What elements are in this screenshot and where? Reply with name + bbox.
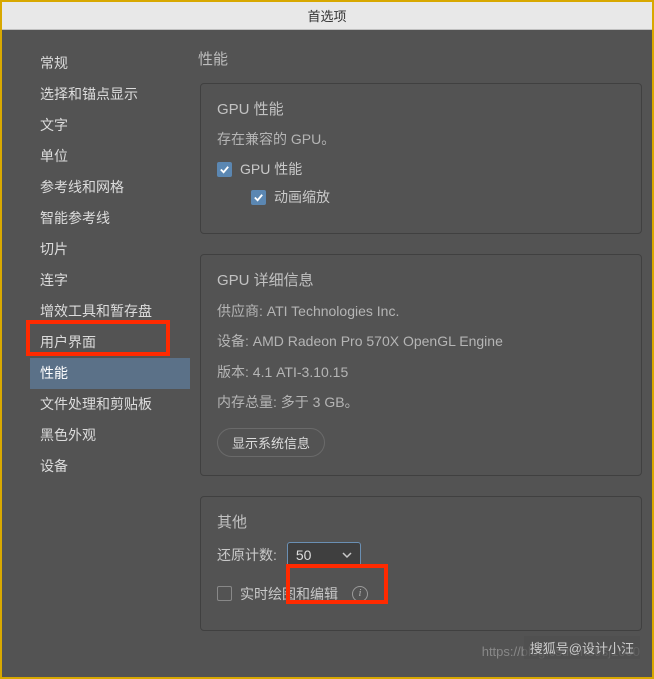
page-title: 性能 xyxy=(198,48,642,69)
undo-count-label: 还原计数: xyxy=(217,545,277,565)
gpu-details-panel: GPU 详细信息 供应商: ATI Technologies Inc. 设备: … xyxy=(200,254,642,476)
version-value: 4.1 ATI-3.10.15 xyxy=(253,364,348,380)
gpu-compat-text: 存在兼容的 GPU。 xyxy=(217,129,625,149)
other-panel-title: 其他 xyxy=(217,511,625,532)
sidebar-item-performance[interactable]: 性能 xyxy=(30,358,190,389)
sidebar-item-units[interactable]: 单位 xyxy=(30,141,190,172)
gpu-details-title: GPU 详细信息 xyxy=(217,269,625,290)
main-content: 性能 GPU 性能 存在兼容的 GPU。 GPU 性能 动画缩放 xyxy=(190,48,652,677)
vendor-value: ATI Technologies Inc. xyxy=(267,303,400,319)
realtime-drawing-label: 实时绘图和编辑 xyxy=(240,584,338,604)
version-label: 版本: xyxy=(217,364,249,380)
watermark-source: 搜狐号@设计小汪 xyxy=(524,636,640,659)
show-system-info-button[interactable]: 显示系统信息 xyxy=(217,428,325,457)
gpu-performance-panel: GPU 性能 存在兼容的 GPU。 GPU 性能 动画缩放 xyxy=(200,83,642,234)
chevron-down-icon xyxy=(342,550,352,560)
check-icon xyxy=(219,164,230,175)
memory-label: 内存总量: xyxy=(217,394,277,410)
sidebar-item-smart-guides[interactable]: 智能参考线 xyxy=(30,203,190,234)
info-icon[interactable]: i xyxy=(352,586,368,602)
gpu-panel-title: GPU 性能 xyxy=(217,98,625,119)
window-titlebar: 首选项 xyxy=(2,2,652,30)
sidebar-item-general[interactable]: 常规 xyxy=(30,48,190,79)
sidebar-item-black-appearance[interactable]: 黑色外观 xyxy=(30,420,190,451)
other-panel: 其他 还原计数: 50 实时绘图和编辑 i xyxy=(200,496,642,631)
sidebar-item-selection-anchor[interactable]: 选择和锚点显示 xyxy=(30,79,190,110)
sidebar-item-type[interactable]: 文字 xyxy=(30,110,190,141)
undo-count-value: 50 xyxy=(296,547,312,563)
window-title: 首选项 xyxy=(307,6,346,25)
gpu-performance-label: GPU 性能 xyxy=(240,159,302,179)
vendor-label: 供应商: xyxy=(217,303,263,319)
realtime-drawing-checkbox[interactable] xyxy=(217,586,232,601)
preferences-sidebar: 常规 选择和锚点显示 文字 单位 参考线和网格 智能参考线 切片 连字 增效工具… xyxy=(30,48,190,677)
sidebar-item-plugins-scratch[interactable]: 增效工具和暂存盘 xyxy=(30,296,190,327)
sidebar-item-slices[interactable]: 切片 xyxy=(30,234,190,265)
sidebar-item-user-interface[interactable]: 用户界面 xyxy=(30,327,190,358)
sidebar-item-guides-grid[interactable]: 参考线和网格 xyxy=(30,172,190,203)
sidebar-item-devices[interactable]: 设备 xyxy=(30,451,190,482)
device-value: AMD Radeon Pro 570X OpenGL Engine xyxy=(253,333,503,349)
sidebar-item-file-clipboard[interactable]: 文件处理和剪贴板 xyxy=(30,389,190,420)
animated-zoom-label: 动画缩放 xyxy=(274,187,330,207)
check-icon xyxy=(253,192,264,203)
sidebar-item-hyphenation[interactable]: 连字 xyxy=(30,265,190,296)
gpu-performance-checkbox[interactable] xyxy=(217,162,232,177)
animated-zoom-checkbox[interactable] xyxy=(251,190,266,205)
undo-count-select[interactable]: 50 xyxy=(287,542,361,568)
device-label: 设备: xyxy=(217,333,249,349)
memory-value: 多于 3 GB。 xyxy=(281,394,359,410)
